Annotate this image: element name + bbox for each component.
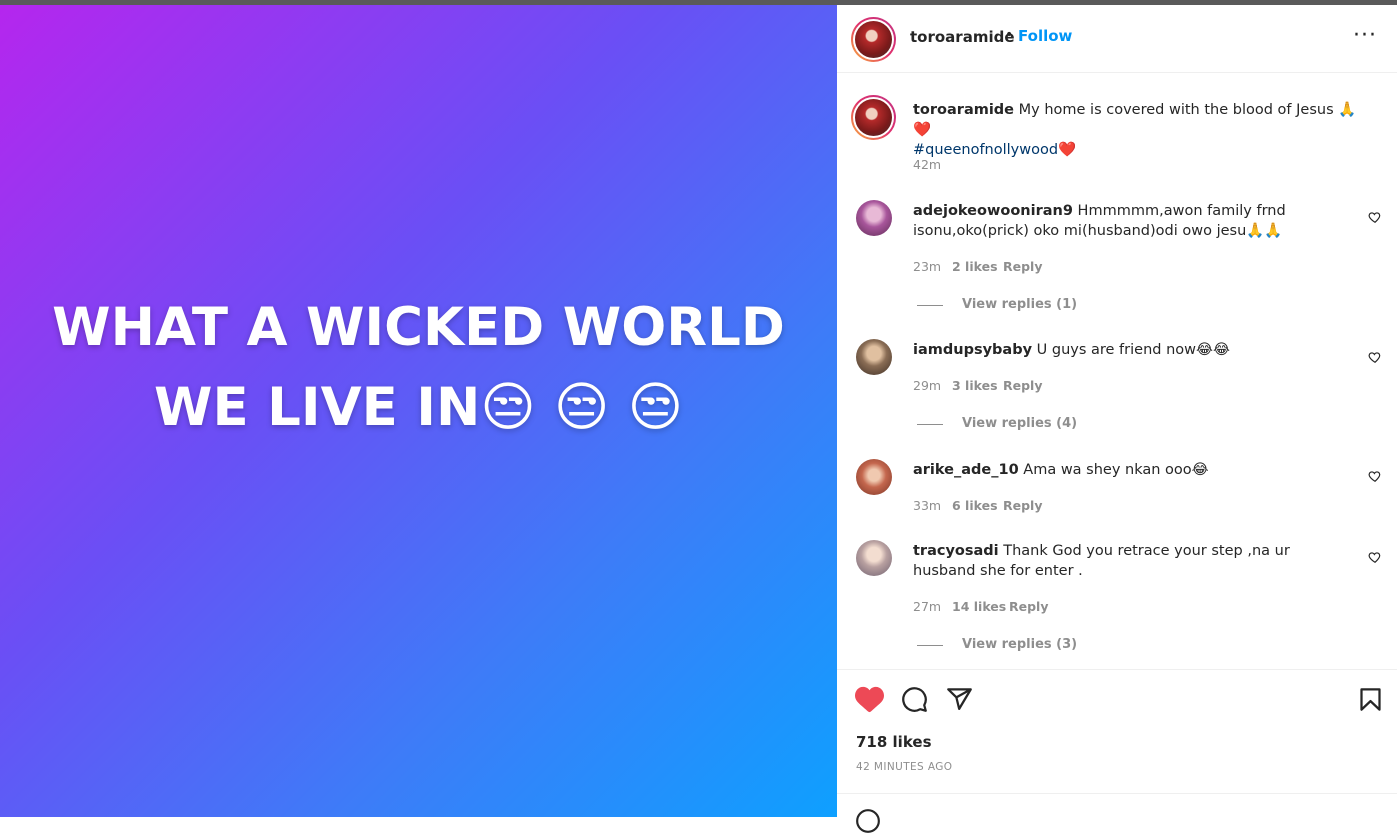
comment-likes[interactable]: 14 likes <box>952 599 1006 614</box>
view-replies-line <box>917 645 943 646</box>
divider <box>837 793 1397 794</box>
comment-avatar[interactable] <box>856 200 892 236</box>
caption-time[interactable]: 42m <box>913 157 941 172</box>
view-replies-line <box>917 305 943 306</box>
comment-time[interactable]: 27m <box>913 599 941 614</box>
author-avatar[interactable] <box>851 17 896 62</box>
emoji-icon[interactable] <box>855 808 881 834</box>
comment-body: adejokeowooniran9 Hmmmmm,awon family frn… <box>913 201 1353 241</box>
comment-like-icon[interactable] <box>1368 350 1382 364</box>
post-header: toroaramide • Follow ··· <box>837 5 1397 73</box>
comment-username[interactable]: adejokeowooniran9 <box>913 203 1073 219</box>
comment-reply-button[interactable]: Reply <box>1009 599 1048 614</box>
comment-avatar[interactable] <box>856 540 892 576</box>
view-replies-button[interactable]: View replies (4) <box>962 416 1077 431</box>
caption-avatar[interactable] <box>851 95 896 140</box>
follow-button[interactable]: Follow <box>1018 27 1072 45</box>
post-image-line-1: WHAT A WICKED WORLD <box>52 297 785 358</box>
post-time[interactable]: 42 MINUTES AGO <box>856 761 952 773</box>
comment-body: iamdupsybaby U guys are friend now😂😂 <box>913 340 1353 360</box>
view-replies-button[interactable]: View replies (1) <box>962 297 1077 312</box>
comment-body: arike_ade_10 Ama wa shey nkan ooo😂 <box>913 460 1353 480</box>
comment-like-icon[interactable] <box>1368 210 1382 224</box>
comment-icon[interactable] <box>901 686 928 713</box>
comment-avatar[interactable] <box>856 339 892 375</box>
comment-likes[interactable]: 3 likes <box>952 378 998 393</box>
likes-count[interactable]: 718 likes <box>856 733 932 751</box>
comment-likes[interactable]: 2 likes <box>952 259 998 274</box>
comment-reply-button[interactable]: Reply <box>1003 259 1042 274</box>
comment-like-icon[interactable] <box>1368 469 1382 483</box>
caption: toroaramide My home is covered with the … <box>913 100 1373 160</box>
comment-username[interactable]: tracyosadi <box>913 543 999 559</box>
comment-username[interactable]: iamdupsybaby <box>913 342 1032 358</box>
comment-like-icon[interactable] <box>1368 550 1382 564</box>
comment-text: Ama wa shey nkan ooo😂 <box>1018 462 1209 478</box>
caption-username[interactable]: toroaramide <box>913 102 1014 118</box>
post-image-line-2: WE LIVE IN😒 😒 😒 <box>153 377 684 438</box>
comment-reply-button[interactable]: Reply <box>1003 378 1042 393</box>
post-image[interactable]: WHAT A WICKED WORLD WE LIVE IN😒 😒 😒 <box>0 5 837 817</box>
more-options-icon[interactable]: ··· <box>1353 23 1377 48</box>
comment-time[interactable]: 33m <box>913 498 941 513</box>
comment-time[interactable]: 29m <box>913 378 941 393</box>
view-replies-button[interactable]: View replies (3) <box>962 637 1077 652</box>
separator-dot: • <box>1005 27 1014 43</box>
post-image-text: WHAT A WICKED WORLD WE LIVE IN😒 😒 😒 <box>0 288 837 448</box>
comment-avatar[interactable] <box>856 459 892 495</box>
post-side-panel: toroaramide • Follow ··· toroaramide My … <box>837 5 1397 833</box>
share-icon[interactable] <box>946 686 973 713</box>
like-heart-icon[interactable] <box>855 685 884 714</box>
caption-hashtag-suffix: ❤️ <box>1058 142 1077 158</box>
comment-body: tracyosadi Thank God you retrace your st… <box>913 541 1353 581</box>
author-username[interactable]: toroaramide <box>910 28 1015 46</box>
comment-text: U guys are friend now😂😂 <box>1032 342 1230 358</box>
comment-time[interactable]: 23m <box>913 259 941 274</box>
comment-username[interactable]: arike_ade_10 <box>913 462 1019 478</box>
caption-hashtag[interactable]: #queenofnollywood <box>913 142 1058 158</box>
bookmark-icon[interactable] <box>1357 686 1384 713</box>
comment-reply-button[interactable]: Reply <box>1003 498 1042 513</box>
comment-likes[interactable]: 6 likes <box>952 498 998 513</box>
view-replies-line <box>917 424 943 425</box>
